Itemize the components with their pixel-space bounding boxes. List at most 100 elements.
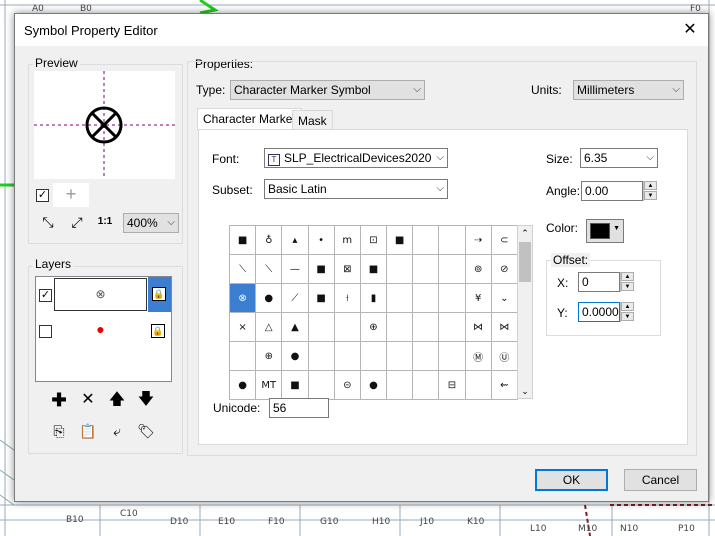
character-cell[interactable] [464, 370, 492, 400]
character-cell[interactable]: ● [228, 370, 257, 400]
character-cell[interactable] [386, 341, 414, 371]
character-cell[interactable]: × [228, 312, 257, 342]
spin-up-icon[interactable]: ▲ [621, 302, 634, 311]
font-select[interactable]: T SLP_ElectricalDevices2020 ⌵ [264, 148, 448, 168]
character-cell[interactable] [307, 341, 335, 371]
character-cell[interactable]: ⊗ [228, 283, 257, 313]
tab-mask[interactable]: Mask [292, 110, 333, 131]
character-cell[interactable] [386, 254, 414, 284]
character-grid[interactable]: ■ ♁ ▴ • ⅿ ⊡ ■ ⇢ ⊂ ⟍ ⟍ — ■ ⊠ ■ ⊚ ⊘ ⊗ ● ⟋ ■ ⟊ ▮ ¥ ⌄ × △ ▲ ⊕ ⋈ ⋈ ⊕ ● Ⓜ Ⓤ ● MT ■ ⊝… [228, 225, 519, 400]
character-cell[interactable] [333, 341, 361, 371]
character-cell[interactable]: ⇜ [490, 370, 519, 400]
character-cell[interactable]: ⊘ [490, 254, 519, 284]
undo-icon[interactable]: ⤶ [107, 421, 127, 441]
character-cell[interactable]: ⋈ [490, 312, 519, 342]
character-cell[interactable] [438, 283, 466, 313]
character-cell[interactable]: ⊕ [359, 312, 388, 342]
angle-field[interactable]: 0.00 [581, 181, 643, 201]
character-cell[interactable]: ■ [307, 283, 335, 313]
character-cell[interactable] [412, 225, 440, 255]
unicode-field[interactable]: 56 [269, 398, 329, 418]
character-cell[interactable]: ● [359, 370, 388, 400]
character-cell[interactable]: ⌄ [490, 283, 519, 313]
character-cell[interactable]: ■ [307, 254, 335, 284]
character-cell[interactable] [412, 283, 440, 313]
spin-up-icon[interactable]: ▲ [644, 181, 657, 190]
close-icon[interactable]: ✕ [672, 14, 708, 46]
character-cell[interactable] [386, 312, 414, 342]
character-cell[interactable]: ¥ [464, 283, 492, 313]
character-cell[interactable]: ⊚ [464, 254, 492, 284]
character-cell[interactable] [386, 370, 414, 400]
scroll-down-icon[interactable]: ⌄ [518, 384, 532, 398]
character-cell[interactable]: • [307, 225, 335, 255]
layer-lock-button[interactable]: 🔒 [148, 277, 171, 312]
character-cell[interactable]: ■ [228, 225, 257, 255]
delete-layer-icon[interactable]: ✕ [78, 390, 98, 410]
layer-visible-checkbox[interactable] [39, 325, 52, 338]
character-cell[interactable] [386, 283, 414, 313]
spin-down-icon[interactable]: ▼ [621, 312, 634, 321]
character-cell[interactable] [438, 225, 466, 255]
copy-icon[interactable]: ⎘ [49, 421, 69, 441]
character-cell[interactable]: ⊂ [490, 225, 519, 255]
character-cell[interactable]: — [281, 254, 309, 284]
zoom-fit-icon[interactable]: ⤡ [38, 212, 58, 232]
character-cell[interactable]: ■ [359, 254, 388, 284]
spin-up-icon[interactable]: ▲ [621, 272, 634, 281]
add-layer-icon[interactable]: ✚ [49, 390, 69, 410]
character-cell[interactable]: ⊝ [333, 370, 361, 400]
layer-row[interactable]: ✓ ⊗ 🔒 [36, 277, 171, 312]
preview-crosshair-icon[interactable]: + [53, 183, 89, 207]
layers-list[interactable]: ✓ ⊗ 🔒 ● 🔒 [35, 276, 172, 382]
character-cell[interactable]: △ [255, 312, 283, 342]
character-cell[interactable]: ⟍ [255, 254, 283, 284]
title-bar[interactable]: Symbol Property Editor ✕ [15, 14, 708, 46]
character-cell[interactable]: ▴ [281, 225, 309, 255]
zoom-actual-icon[interactable]: 1:1 [95, 212, 115, 232]
subset-select[interactable]: Basic Latin ⌵ [264, 179, 448, 199]
offset-x-spinner[interactable]: ▲ ▼ [620, 272, 634, 292]
layer-row[interactable]: ● 🔒 [36, 314, 171, 349]
character-cell[interactable] [438, 254, 466, 284]
character-cell[interactable]: ▮ [359, 283, 388, 313]
character-cell[interactable]: ■ [281, 370, 309, 400]
lock-icon[interactable]: 🔒 [151, 324, 165, 338]
move-up-icon[interactable]: 🡅 [107, 390, 127, 410]
character-cell[interactable] [412, 370, 440, 400]
paste-icon[interactable]: 📋 [78, 421, 98, 441]
character-cell[interactable]: ⟍ [228, 254, 257, 284]
spin-down-icon[interactable]: ▼ [644, 191, 657, 200]
character-cell[interactable] [307, 312, 335, 342]
scroll-up-icon[interactable]: ⌃ [518, 226, 532, 240]
character-cell[interactable] [412, 312, 440, 342]
zoom-select[interactable]: 400% ⌵ [123, 213, 179, 233]
character-cell[interactable]: ⊟ [438, 370, 466, 400]
angle-spinner[interactable]: ▲ ▼ [643, 181, 657, 201]
character-cell[interactable]: MT [255, 370, 283, 400]
scroll-thumb[interactable] [519, 242, 531, 282]
tag-icon[interactable]: 🏷 [136, 421, 156, 441]
character-cell[interactable] [412, 341, 440, 371]
layer-visible-checkbox[interactable]: ✓ [39, 289, 52, 302]
move-down-icon[interactable]: 🡇 [136, 390, 156, 410]
character-cell[interactable]: ⟊ [333, 283, 361, 313]
character-cell[interactable]: ⟋ [281, 283, 309, 313]
tab-character-marker[interactable]: Character Marker [197, 108, 303, 130]
character-cell[interactable]: ♁ [255, 225, 283, 255]
cancel-button[interactable]: Cancel [624, 469, 697, 491]
character-cell[interactable]: ⇢ [464, 225, 492, 255]
character-cell[interactable] [333, 312, 361, 342]
character-cell[interactable]: ⊡ [359, 225, 388, 255]
color-picker[interactable]: ▼ [586, 219, 624, 243]
character-cell[interactable] [412, 254, 440, 284]
character-cell[interactable]: Ⓜ [464, 341, 492, 371]
character-cell[interactable]: ● [255, 283, 283, 313]
ok-button[interactable]: OK [535, 469, 608, 491]
character-grid-scrollbar[interactable]: ⌃ ⌄ [517, 225, 533, 399]
character-cell[interactable]: Ⓤ [490, 341, 519, 371]
character-cell[interactable]: ⊕ [255, 341, 283, 371]
character-cell[interactable] [359, 341, 388, 371]
spin-down-icon[interactable]: ▼ [621, 282, 634, 291]
character-cell[interactable]: ▲ [281, 312, 309, 342]
